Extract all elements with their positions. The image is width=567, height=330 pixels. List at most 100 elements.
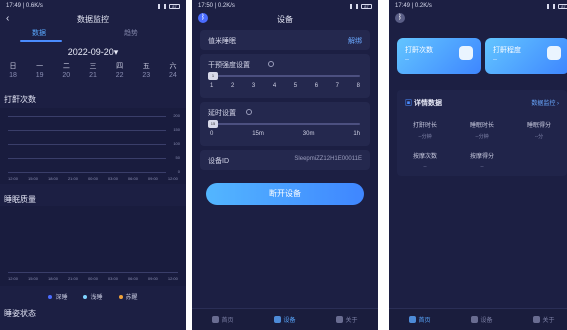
x-tick: 12:00 [8, 176, 19, 181]
tick-label: 6 [314, 83, 319, 89]
screenshot-stage: 17:49 | 0.6K/s 87 ‹ 数据监控 数据 趋势 2022-09-2… [0, 0, 567, 330]
delay-slider[interactable]: 15 [208, 120, 360, 128]
intensity-row: 干预强度设置 1 1 2 3 4 5 6 7 8 [200, 54, 370, 98]
status-speed: 0.2K/s [217, 3, 235, 9]
weekday-label: 五 [142, 63, 150, 70]
status-time: 17:49 [395, 3, 411, 9]
day-cell[interactable]: 19 [29, 72, 51, 79]
snore-level-card[interactable]: 打鼾程度 -- [485, 38, 567, 74]
tab-bar-top: 数据 趋势 [0, 28, 186, 42]
detail-cell: 按摩次数 -- [412, 154, 437, 170]
legend-dot [118, 294, 123, 299]
x-tick: 03:00 [107, 176, 118, 181]
day-cell[interactable]: 20 [55, 72, 77, 79]
status-speed: 0.6K/s [25, 3, 43, 9]
tick-label: 0 [210, 131, 214, 137]
help-icon[interactable] [246, 109, 252, 115]
x-tick: 00:00 [87, 176, 98, 181]
battery-icon: 87 [169, 3, 180, 9]
bluetooth-icon[interactable]: ᛒ [395, 13, 405, 23]
tab-device[interactable]: 设备 [471, 315, 493, 324]
x-tick: 21:00 [67, 276, 78, 281]
snore-icon [459, 46, 473, 60]
level-icon [547, 46, 561, 60]
day-cell[interactable]: 24 [162, 72, 184, 79]
day-cell[interactable]: 21 [82, 72, 104, 79]
detail-panel: ▣ 详情数据 数据监控 › 打鼾时长 --分钟 睡眠时长 --分钟 睡眠得分 --分 … [397, 90, 567, 176]
day-cell[interactable]: 23 [135, 72, 157, 79]
legend-dot [48, 294, 53, 299]
date-value: 2022-09-20 [67, 47, 114, 57]
y-tick: 50 [175, 155, 180, 160]
legend-awake: 苏醒 [118, 292, 138, 301]
intensity-label: 干预强度设置 [208, 62, 250, 69]
sleep-posture-title: 睡姿状态 [4, 309, 36, 318]
detail-title: ▣ 详情数据 [405, 100, 442, 107]
x-tick: 09:00 [147, 176, 158, 181]
help-icon[interactable] [268, 61, 274, 67]
sleep-quality-chart: 12:00 15:00 18:00 21:00 00:00 03:00 06:0… [0, 206, 186, 286]
tab-home[interactable]: 首页 [212, 315, 234, 324]
data-monitor-link[interactable]: 数据监控 › [531, 98, 559, 107]
home-icon [212, 316, 220, 323]
x-tick: 09:00 [147, 276, 158, 281]
status-time: 17:50 [198, 3, 214, 9]
signal-icon [350, 3, 358, 9]
legend-light: 浅睡 [83, 292, 103, 301]
weekday-label: 三 [89, 63, 97, 70]
snore-count-chart: 200 150 100 50 0 12:00 15:00 18:00 21:00… [0, 108, 186, 184]
date-picker[interactable]: 2022-09-20▾ [0, 47, 186, 58]
tab-data[interactable]: 数据 [32, 28, 46, 38]
status-bar: 17:49 | 0.2K/s 87 [395, 3, 567, 9]
tab-about[interactable]: 关于 [533, 315, 555, 324]
snore-count-card[interactable]: 打鼾次数 -- [397, 38, 481, 74]
page-title: 数据监控 [77, 15, 109, 24]
slider-knob[interactable]: 15 [208, 120, 218, 128]
sleep-legend: 深睡 浅睡 苏醒 [0, 292, 186, 301]
day-cell[interactable]: 22 [109, 72, 131, 79]
bottom-tab-bar: 首页 设备 关于 [389, 308, 567, 330]
x-tick: 06:00 [127, 176, 138, 181]
tick-label: 7 [335, 83, 339, 89]
x-tick: 18:00 [47, 176, 58, 181]
detail-cell: 按摩得分 -- [469, 154, 494, 170]
disconnect-button[interactable]: 断开设备 [206, 183, 364, 205]
phone-home: 17:49 | 0.2K/s 87 ᛒ 打鼾次数 -- 打鼾程度 -- ▣ 详情… [389, 0, 567, 330]
tab-device[interactable]: 设备 [274, 315, 296, 324]
tick-label: 3 [251, 83, 256, 89]
intensity-ticks: 1 2 3 4 5 6 7 8 [210, 83, 360, 89]
page-title: 设备 [277, 15, 293, 24]
x-tick: 18:00 [47, 276, 58, 281]
tab-trend[interactable]: 趋势 [124, 28, 138, 38]
card-label: 打鼾程度 [493, 47, 521, 54]
x-tick: 03:00 [107, 276, 118, 281]
device-name: 值米睡眠 [208, 38, 236, 45]
weekday-row: 日 一 二 三 四 五 六 [2, 61, 184, 71]
day-cell[interactable]: 18 [2, 72, 24, 79]
phone-data-monitor: 17:49 | 0.6K/s 87 ‹ 数据监控 数据 趋势 2022-09-2… [0, 0, 186, 330]
home-icon [409, 316, 417, 323]
axis-line [8, 272, 178, 273]
detail-cell: 睡眠时长 --分钟 [469, 123, 494, 140]
day-row: 18 19 20 21 22 23 24 [2, 72, 184, 79]
device-id-row: 设备ID SleepmiZZ12H1E00011E [200, 150, 370, 170]
device-name-row: 值米睡眠 解绑 [200, 30, 370, 50]
x-tick: 06:00 [127, 276, 138, 281]
intensity-slider[interactable]: 1 [208, 72, 360, 80]
y-tick: 100 [173, 141, 180, 146]
unbind-link[interactable]: 解绑 [348, 36, 362, 46]
slider-knob[interactable]: 1 [208, 72, 218, 80]
signal-icon [547, 3, 555, 9]
tab-about[interactable]: 关于 [336, 315, 358, 324]
tick-label: 4 [272, 83, 277, 89]
weekday-label: 一 [36, 63, 44, 70]
tab-home[interactable]: 首页 [409, 315, 431, 324]
tick-label: 30m [302, 131, 315, 137]
x-tick: 12:00 [167, 276, 178, 281]
tab-indicator [20, 40, 62, 42]
status-bar: 17:49 | 0.6K/s 87 [6, 3, 180, 9]
phone-device: 17:50 | 0.2K/s 87 ᛒ 设备 值米睡眠 解绑 干预强度设置 1 … [192, 0, 378, 330]
device-id-label: 设备ID [208, 158, 229, 165]
x-axis: 12:00 15:00 18:00 21:00 00:00 03:00 06:0… [8, 276, 178, 281]
x-axis: 12:00 15:00 18:00 21:00 00:00 03:00 06:0… [8, 176, 178, 181]
